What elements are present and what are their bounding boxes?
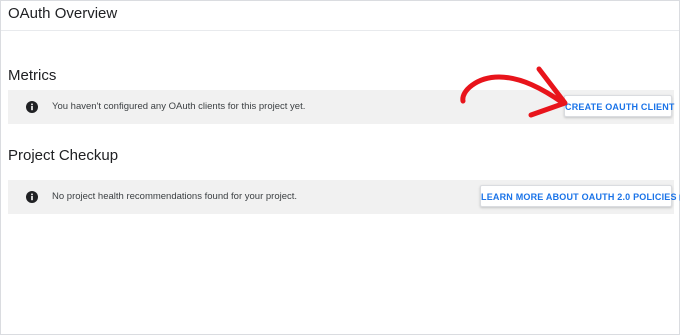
create-oauth-client-button[interactable]: CREATE OAUTH CLIENT xyxy=(564,95,674,117)
learn-more-oauth-policies-button[interactable]: LEARN MORE ABOUT OAUTH 2.0 POLICIES xyxy=(480,185,680,207)
info-icon xyxy=(26,191,38,203)
metrics-message: You haven't configured any OAuth clients… xyxy=(52,101,306,112)
metrics-info-banner: You haven't configured any OAuth clients… xyxy=(8,90,674,124)
title-divider xyxy=(1,30,679,31)
learn-more-label: LEARN MORE ABOUT OAUTH 2.0 POLICIES xyxy=(481,192,677,202)
project-checkup-info-banner: No project health recommendations found … xyxy=(8,180,680,214)
page-title: OAuth Overview xyxy=(8,5,118,22)
metrics-heading: Metrics xyxy=(8,67,57,84)
info-icon xyxy=(26,101,38,113)
project-checkup-message: No project health recommendations found … xyxy=(52,191,298,202)
oauth-overview-page: OAuth Overview Metrics You haven't confi… xyxy=(0,0,680,335)
project-checkup-heading: Project Checkup xyxy=(8,147,119,164)
